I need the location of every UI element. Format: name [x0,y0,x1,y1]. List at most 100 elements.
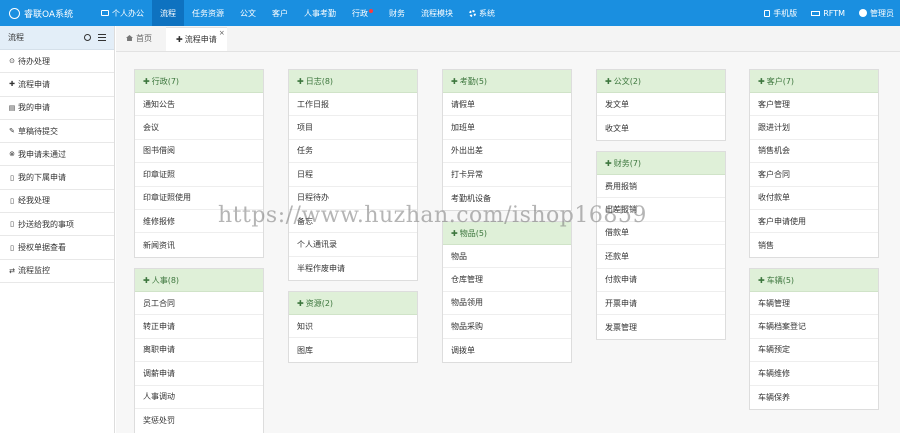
sidebar-item-todo[interactable]: ⊙ 待办处理 [0,50,114,74]
list-item[interactable]: 图书借阅 [135,140,263,164]
list-item[interactable]: 客户合同 [750,163,878,187]
nav-personal-office[interactable]: 个人办公 [93,0,152,26]
user-menu[interactable]: 管理员 [859,8,894,19]
panel-title: 考勤(5) [459,76,488,86]
list-item[interactable]: 项目 [289,116,417,140]
list-item[interactable]: 车辆预定 [750,339,878,363]
list-item[interactable]: 客户申请使用 [750,210,878,234]
panel-header[interactable]: ✚ 考勤(5) [443,70,571,93]
list-item[interactable]: 印章证照 [135,163,263,187]
nav-workflow[interactable]: 流程 [152,0,184,26]
list-item[interactable]: 客户管理 [750,93,878,117]
list-item[interactable]: 工作日报 [289,93,417,117]
tab-workflow-apply[interactable]: ✚ 流程申请 × [166,27,227,51]
panel-header[interactable]: ✚ 行政(7) [135,70,263,93]
panel-header[interactable]: ✚ 资源(2) [289,292,417,315]
sidebar-item-apply[interactable]: ✚ 流程申请 [0,73,114,97]
list-item[interactable]: 印章证照使用 [135,187,263,210]
tab-home[interactable]: 首页 [116,25,162,51]
nav-administration[interactable]: 行政 [344,0,381,26]
list-item[interactable]: 打卡异常 [443,163,571,187]
list-item[interactable]: 日程 [289,163,417,187]
list-item[interactable]: 出差报销 [597,198,725,222]
sidebar-item-my-requests[interactable]: ▤ 我的申请 [0,97,114,120]
list-item[interactable]: 备忘 [289,210,417,234]
list-item[interactable]: 跟进计划 [750,116,878,140]
rftm-link[interactable]: RFTM [811,9,845,18]
nav-task-resources[interactable]: 任务资源 [184,0,232,26]
list-item[interactable]: 通知公告 [135,93,263,117]
list-item[interactable]: 费用报销 [597,175,725,199]
menu-icon[interactable] [98,34,106,41]
nav-documents[interactable]: 公文 [232,0,264,26]
app-brand[interactable]: 睿联OA系统 [0,7,93,20]
panel-administration: ✚ 行政(7) 通知公告 会议 图书借阅 印章证照 印章证照使用 维修报修 新闻资… [134,69,264,258]
nav-label: 个人办公 [112,8,144,18]
list-item[interactable]: 人事调动 [135,386,263,409]
list-item[interactable]: 加班单 [443,116,571,140]
list-item[interactable]: 奖惩处罚 [135,409,263,432]
panel-header[interactable]: ✚ 车辆(5) [750,269,878,292]
list-item[interactable]: 维修报修 [135,210,263,234]
panel-header[interactable]: ✚ 人事(8) [135,269,263,292]
sidebar-item-label: 授权单据查看 [18,243,66,253]
sidebar-item-monitor[interactable]: ⇄ 流程监控 [0,260,114,283]
list-item[interactable]: 车辆档案登记 [750,315,878,339]
list-item[interactable]: 车辆管理 [750,292,878,316]
sidebar-item-handled[interactable]: ▯ 经我处理 [0,190,114,214]
list-item[interactable]: 外出出差 [443,140,571,164]
list-item[interactable]: 图库 [289,338,417,361]
list-item[interactable]: 销售机会 [750,140,878,164]
panel-header[interactable]: ✚ 物品(5) [443,222,571,245]
panel-header[interactable]: ✚ 客户(7) [750,70,878,93]
sidebar-item-rejected[interactable]: ⊗ 我申请未通过 [0,143,114,167]
sidebar-item-authorized[interactable]: ▯ 授权单据查看 [0,236,114,260]
search-icon[interactable] [84,34,91,41]
list-item[interactable]: 还款单 [597,245,725,269]
list-item[interactable]: 知识 [289,315,417,339]
nav-label: 系统 [479,8,495,18]
sidebar-item-drafts[interactable]: ✎ 草稿待提交 [0,120,114,144]
list-item[interactable]: 任务 [289,140,417,164]
nav-finance[interactable]: 财务 [381,0,413,26]
list-item[interactable]: 考勤机设备 [443,187,571,210]
sidebar: 流程 ⊙ 待办处理 ✚ 流程申请 ▤ 我的申请 ✎ 草稿待提交 ⊗ 我申请未通过 ▯ 我的下… [0,26,115,433]
list-item[interactable]: 车辆维修 [750,362,878,386]
list-item[interactable]: 发文单 [597,93,725,117]
list-item[interactable]: 新闻资讯 [135,233,263,256]
list-item[interactable]: 调拨单 [443,339,571,362]
list-item[interactable]: 日程待办 [289,187,417,210]
list-item[interactable]: 离职申请 [135,339,263,363]
sidebar-item-subordinate[interactable]: ▯ 我的下属申请 [0,166,114,190]
list-item[interactable]: 员工合同 [135,292,263,316]
list-item[interactable]: 车辆保养 [750,386,878,409]
panel-header[interactable]: ✚ 财务(7) [597,152,725,175]
nav-system[interactable]: 系统 [461,0,503,26]
list-item[interactable]: 半程作废申请 [289,257,417,280]
nav-customers[interactable]: 客户 [264,0,296,26]
nav-hr-attendance[interactable]: 人事考勤 [296,0,344,26]
list-item[interactable]: 借款单 [597,222,725,246]
panel-finance: ✚ 财务(7) 费用报销 出差报销 借款单 还款单 付款申请 开票申请 发票管理 [596,151,726,340]
list-item[interactable]: 收付款单 [750,187,878,210]
list-item[interactable]: 开票申请 [597,292,725,316]
list-item[interactable]: 调薪申请 [135,362,263,386]
list-item[interactable]: 会议 [135,116,263,140]
close-icon[interactable]: × [219,29,225,37]
list-item[interactable]: 物品采购 [443,315,571,339]
panel-header[interactable]: ✚ 日志(8) [289,70,417,93]
list-item[interactable]: 销售 [750,233,878,256]
mobile-version-link[interactable]: 手机版 [764,8,797,19]
list-item[interactable]: 仓库管理 [443,268,571,292]
nav-workflow-module[interactable]: 流程模块 [413,0,461,26]
list-item[interactable]: 收文单 [597,116,725,139]
list-item[interactable]: 请假单 [443,93,571,117]
list-item[interactable]: 付款申请 [597,269,725,292]
list-item[interactable]: 个人通讯录 [289,233,417,257]
sidebar-item-cc[interactable]: ▯ 抄送给我的事项 [0,213,114,237]
list-item[interactable]: 转正申请 [135,315,263,339]
list-item[interactable]: 发票管理 [597,315,725,338]
list-item[interactable]: 物品领用 [443,292,571,316]
panel-header[interactable]: ✚ 公文(2) [597,70,725,93]
list-item[interactable]: 物品 [443,245,571,269]
